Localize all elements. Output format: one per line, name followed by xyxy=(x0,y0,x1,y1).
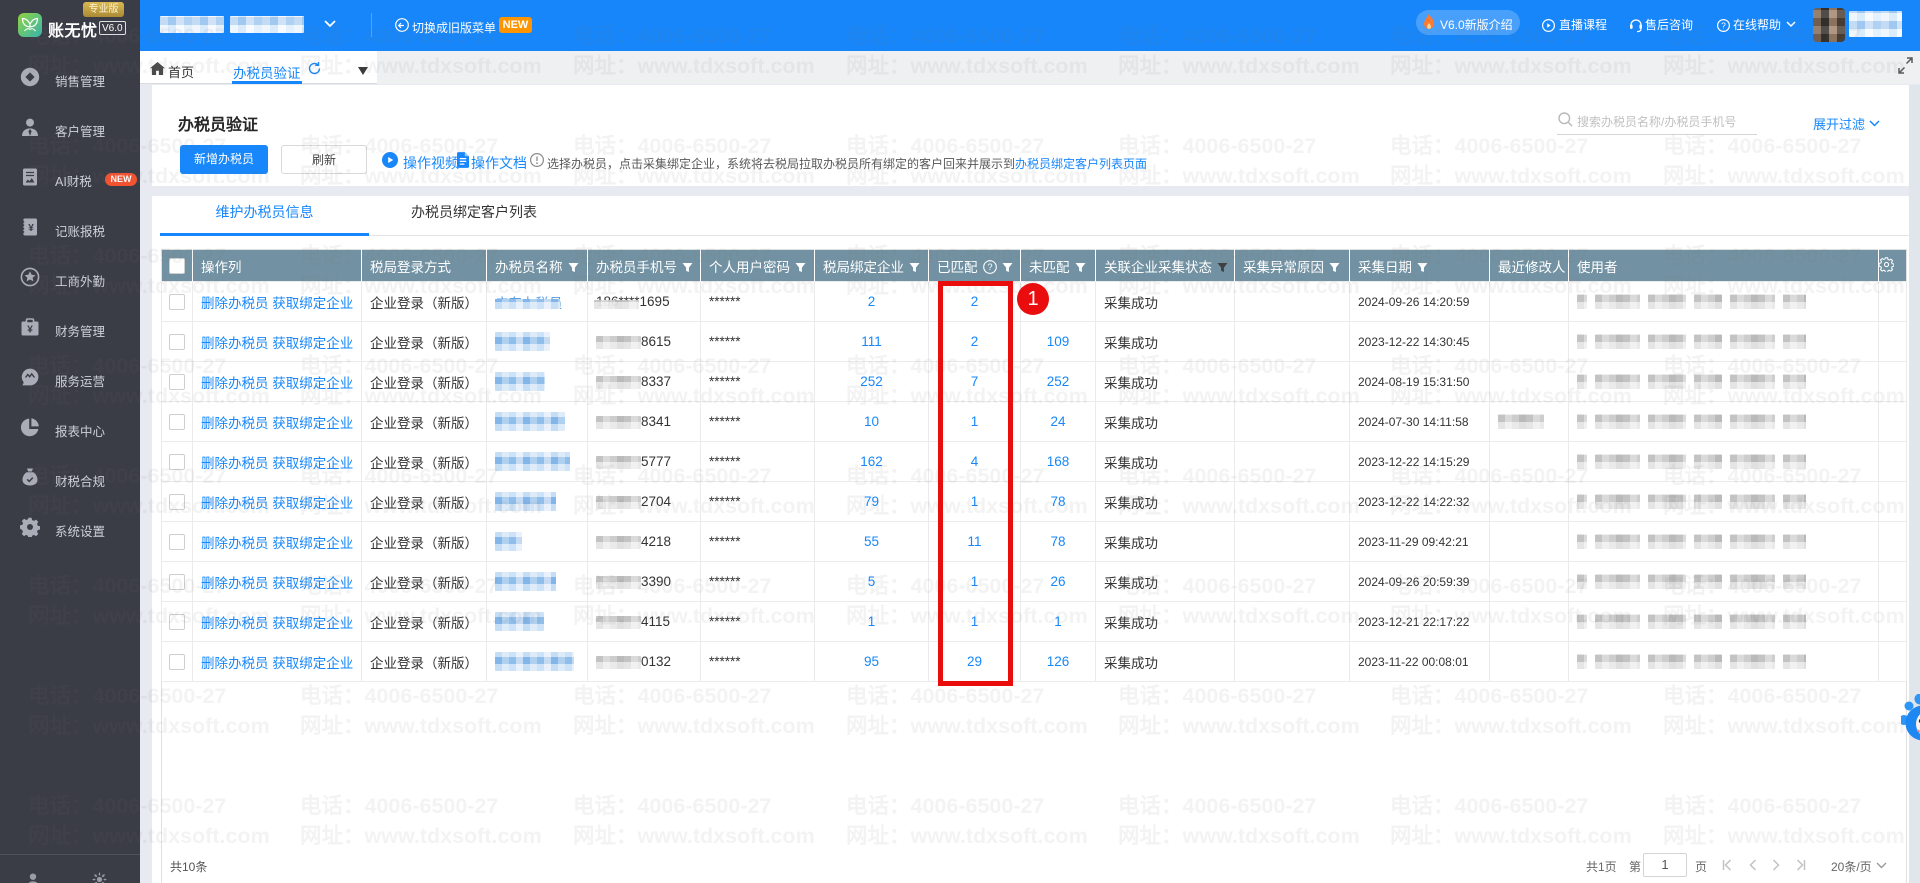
svg-text:?: ? xyxy=(987,262,992,272)
svg-text:¥: ¥ xyxy=(28,223,34,234)
svg-text:?: ? xyxy=(1721,20,1726,30)
svg-text:¥: ¥ xyxy=(27,325,33,336)
